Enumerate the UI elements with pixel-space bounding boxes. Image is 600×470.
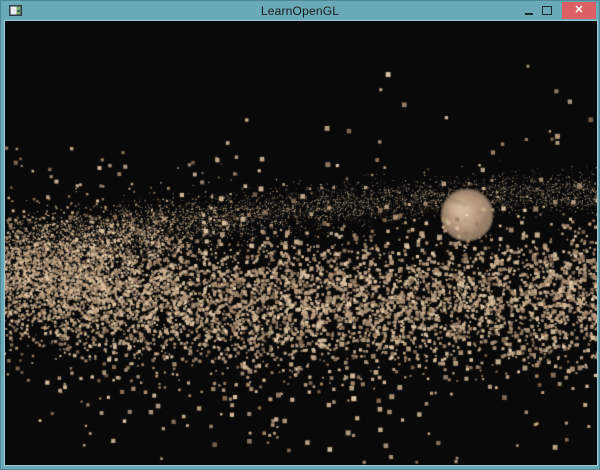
app-window: LearnOpenGL ✕ (0, 0, 600, 470)
close-button[interactable]: ✕ (562, 2, 596, 19)
maximize-button[interactable] (539, 1, 555, 20)
maximize-square-icon (542, 6, 552, 15)
window-title: LearnOpenGL (1, 1, 599, 21)
titlebar[interactable]: LearnOpenGL ✕ (1, 1, 599, 21)
minimize-button[interactable] (521, 1, 537, 20)
minimize-dash-icon (525, 13, 533, 15)
opengl-viewport-canvas[interactable] (5, 21, 597, 465)
close-x-icon: ✕ (574, 4, 583, 16)
app-icon (9, 5, 22, 16)
